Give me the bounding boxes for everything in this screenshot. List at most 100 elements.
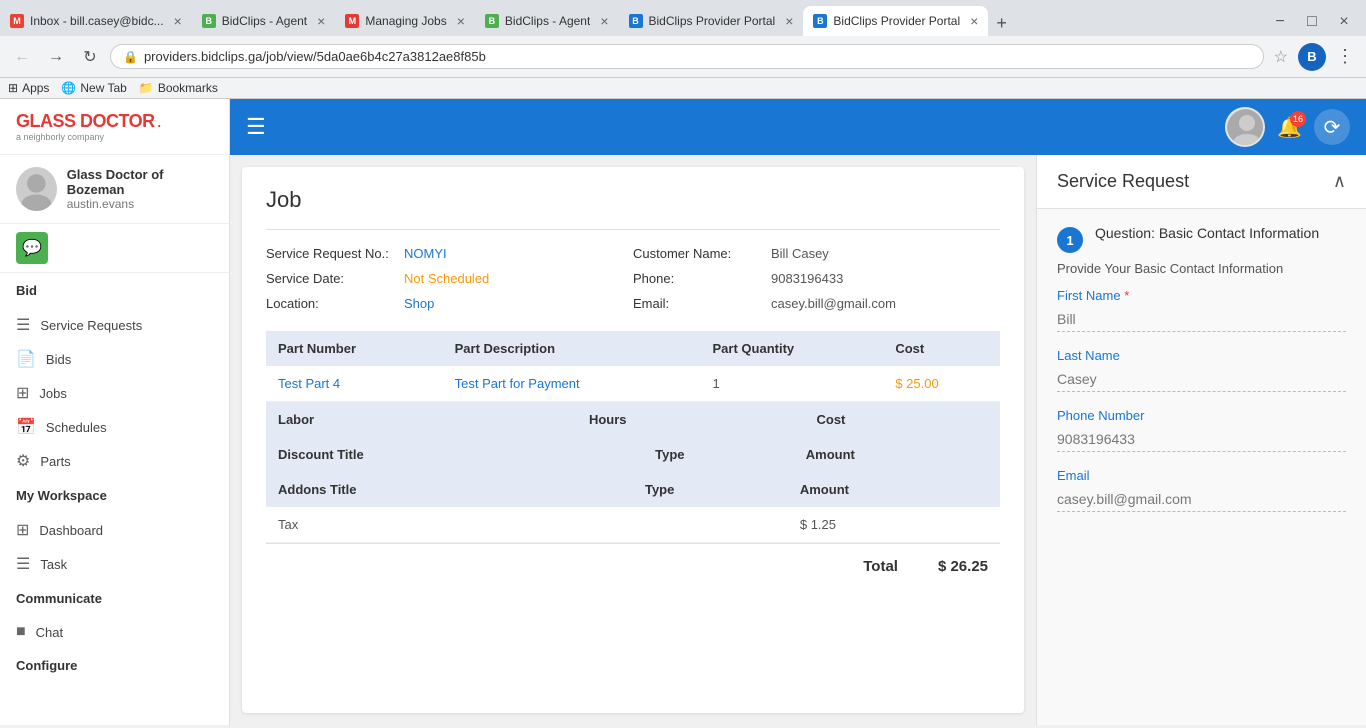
sidebar-item-task[interactable]: ☰ Task	[0, 547, 229, 581]
email-field-value[interactable]: casey.bill@gmail.com	[1057, 487, 1346, 512]
discount-col-title: Discount Title	[266, 437, 575, 472]
bookmark-new-tab[interactable]: 🌐 New Tab	[61, 81, 126, 95]
tab-provider-portal-1[interactable]: B BidClips Provider Portal ×	[619, 6, 804, 36]
profile-button[interactable]: B	[1298, 43, 1326, 71]
browser-menu-button[interactable]: ⋮	[1332, 42, 1358, 71]
bookmarks-folder-icon: 📁	[139, 81, 154, 95]
content-area: Job Service Request No.: NOMYI Customer …	[230, 155, 1366, 725]
tab-bidclips-title-1: BidClips - Agent	[222, 14, 307, 28]
service-request-row: Service Request No.: NOMYI	[266, 246, 633, 261]
addons-col-empty	[563, 472, 633, 507]
part-description-cell[interactable]: Test Part for Payment	[443, 366, 701, 402]
dashboard-label: Dashboard	[39, 523, 103, 538]
tax-empty-1	[563, 507, 633, 543]
logo-dot: .	[157, 111, 162, 132]
reload-button[interactable]: ↻	[76, 43, 104, 71]
task-label: Task	[40, 557, 67, 572]
gmail-favicon: M	[10, 14, 24, 28]
notification-button[interactable]: 🔔 16	[1277, 115, 1302, 140]
top-bar-left: ☰	[246, 114, 266, 140]
portal-favicon-2: B	[813, 14, 827, 28]
sidebar-item-bids[interactable]: 📄 Bids	[0, 342, 229, 376]
tab-bidclips-title-2: BidClips - Agent	[505, 14, 590, 28]
sidebar-item-jobs[interactable]: ⊞ Jobs	[0, 376, 229, 410]
tab-gmail-close[interactable]: ×	[174, 13, 182, 29]
back-button[interactable]: ←	[8, 43, 36, 71]
chat-icon-area: 💬	[0, 224, 229, 273]
email-label: Email:	[633, 296, 763, 311]
jobs-label: Jobs	[39, 386, 66, 401]
sidebar-item-parts[interactable]: ⚙ Parts	[0, 444, 229, 478]
tab-managing-title: Managing Jobs	[365, 14, 446, 28]
main-content: ☰ 🔔 16 ⟳ Job	[230, 99, 1366, 725]
new-tab-button[interactable]: +	[988, 10, 1015, 36]
forward-button[interactable]: →	[42, 43, 70, 71]
tab-provider-portal-2[interactable]: B BidClips Provider Portal ×	[803, 6, 988, 36]
tab-managing-jobs[interactable]: M Managing Jobs ×	[335, 6, 475, 36]
location-value[interactable]: Shop	[404, 296, 434, 311]
sidebar-section-communicate: Communicate	[0, 581, 229, 616]
sidebar-item-chat[interactable]: ■ Chat	[0, 616, 229, 648]
tab-close-3[interactable]: ×	[457, 13, 465, 29]
tax-row: Tax $ 1.25	[266, 507, 1000, 543]
phone-number-value[interactable]: 9083196433	[1057, 427, 1346, 452]
address-bar[interactable]: 🔒 providers.bidclips.ga/job/view/5da0ae6…	[110, 44, 1264, 69]
chat-bubble-button[interactable]: 💬	[16, 232, 48, 264]
form-subtitle: Provide Your Basic Contact Information	[1057, 261, 1346, 276]
collapse-button[interactable]: ∧	[1333, 171, 1346, 192]
service-request-no-value[interactable]: NOMYI	[404, 246, 447, 261]
tab-gmail[interactable]: M Inbox - bill.casey@bidc... ×	[0, 6, 192, 36]
parts-icon: ⚙	[16, 451, 30, 471]
parts-table: Part Number Part Description Part Quanti…	[266, 331, 1000, 402]
configure-section-title: Configure	[16, 658, 213, 673]
email-row: Email: casey.bill@gmail.com	[633, 296, 1000, 311]
portal-favicon-1: B	[629, 14, 643, 28]
phone-number-field: Phone Number 9083196433	[1057, 408, 1346, 452]
hamburger-menu-button[interactable]: ☰	[246, 114, 266, 140]
required-asterisk: *	[1124, 288, 1129, 303]
first-name-value[interactable]: Bill	[1057, 307, 1346, 332]
apps-label: Apps	[22, 81, 49, 95]
phone-label: Phone:	[633, 271, 763, 286]
minimize-button[interactable]: −	[1266, 8, 1294, 36]
part-number-cell[interactable]: Test Part 4	[266, 366, 443, 402]
sidebar-item-dashboard[interactable]: ⊞ Dashboard	[0, 513, 229, 547]
sidebar-item-schedules[interactable]: 📅 Schedules	[0, 410, 229, 444]
tab-close-2[interactable]: ×	[317, 13, 325, 29]
workspace-section-title: My Workspace	[16, 488, 213, 503]
job-info-grid: Service Request No.: NOMYI Customer Name…	[266, 246, 1000, 311]
addons-col-type: Type	[633, 472, 788, 507]
tab-close-4[interactable]: ×	[600, 13, 608, 29]
labor-col-empty	[488, 402, 577, 437]
bookmark-star-button[interactable]: ☆	[1270, 43, 1292, 71]
parts-col-quantity: Part Quantity	[701, 331, 884, 366]
step-number: 1	[1057, 227, 1083, 253]
tab-bidclips-agent-1[interactable]: B BidClips - Agent ×	[192, 6, 336, 36]
schedules-icon: 📅	[16, 417, 36, 437]
parts-label: Parts	[40, 454, 70, 469]
tab-close-5[interactable]: ×	[785, 13, 793, 29]
browser-toolbar: ← → ↻ 🔒 providers.bidclips.ga/job/view/5…	[0, 36, 1366, 78]
bookmark-bookmarks[interactable]: 📁 Bookmarks	[139, 81, 218, 95]
addons-col-amount: Amount	[788, 472, 1000, 507]
apps-grid-icon: ⊞	[8, 81, 18, 95]
bookmarks-label: Bookmarks	[158, 81, 218, 95]
labor-col-cost: Cost	[804, 402, 1000, 437]
bids-label: Bids	[46, 352, 71, 367]
email-value: casey.bill@gmail.com	[771, 296, 896, 311]
tab-close-6[interactable]: ×	[970, 13, 978, 29]
sidebar-item-service-requests[interactable]: ☰ Service Requests	[0, 308, 229, 342]
customer-name-row: Customer Name: Bill Casey	[633, 246, 1000, 261]
managing-favicon: M	[345, 14, 359, 28]
settings-button[interactable]: ⟳	[1314, 109, 1350, 145]
task-icon: ☰	[16, 554, 30, 574]
jobs-icon: ⊞	[16, 383, 29, 403]
bookmark-apps[interactable]: ⊞ Apps	[8, 81, 49, 95]
tab-bidclips-agent-2[interactable]: B BidClips - Agent ×	[475, 6, 619, 36]
close-window-button[interactable]: ×	[1330, 8, 1358, 36]
first-name-field: First Name * Bill	[1057, 288, 1346, 332]
last-name-value[interactable]: Casey	[1057, 367, 1346, 392]
phone-value: 9083196433	[771, 271, 843, 286]
bidclips-favicon-1: B	[202, 14, 216, 28]
maximize-button[interactable]: □	[1298, 8, 1326, 36]
